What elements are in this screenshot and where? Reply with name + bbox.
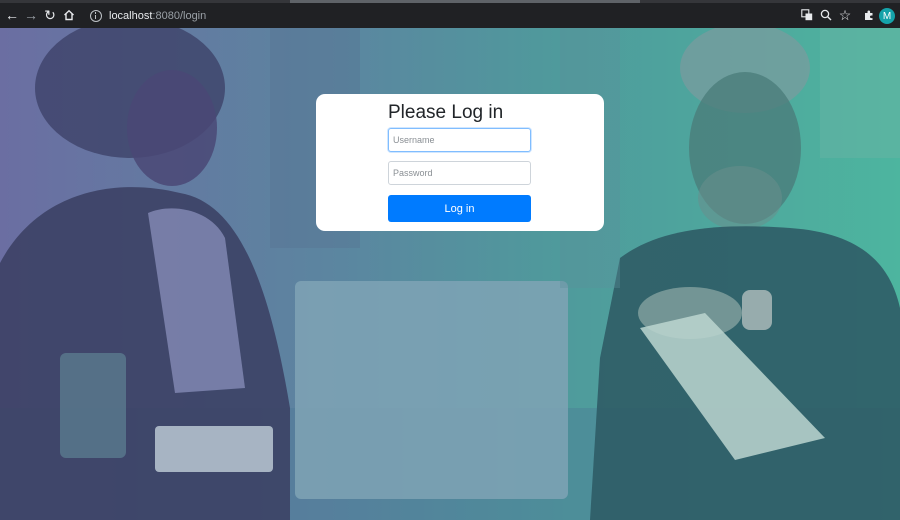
bookmark-star-icon[interactable]: ☆	[835, 5, 855, 25]
browser-toolbar: ← → ↻ localhost:8080/login ☆ M	[0, 3, 900, 28]
url-path: :8080/login	[152, 9, 207, 22]
password-input[interactable]	[388, 161, 531, 185]
back-arrow-icon[interactable]: ←	[2, 5, 22, 25]
forward-arrow-icon[interactable]: →	[21, 5, 41, 25]
username-input[interactable]	[388, 128, 531, 152]
address-bar[interactable]: localhost:8080/login	[82, 4, 790, 27]
page-viewport: Please Log in Log in	[0, 28, 900, 520]
info-icon[interactable]	[90, 9, 102, 22]
url-host: localhost	[109, 9, 153, 22]
zoom-icon[interactable]	[816, 5, 836, 25]
translate-icon[interactable]	[797, 5, 817, 25]
profile-avatar[interactable]: M	[879, 8, 895, 24]
extensions-icon[interactable]	[859, 5, 879, 25]
home-icon[interactable]	[59, 5, 79, 25]
login-card: Please Log in Log in	[316, 94, 604, 231]
url-text[interactable]: localhost:8080/login	[109, 10, 206, 22]
login-button[interactable]: Log in	[388, 195, 531, 222]
reload-icon[interactable]: ↻	[40, 5, 60, 25]
login-title: Please Log in	[388, 102, 504, 123]
